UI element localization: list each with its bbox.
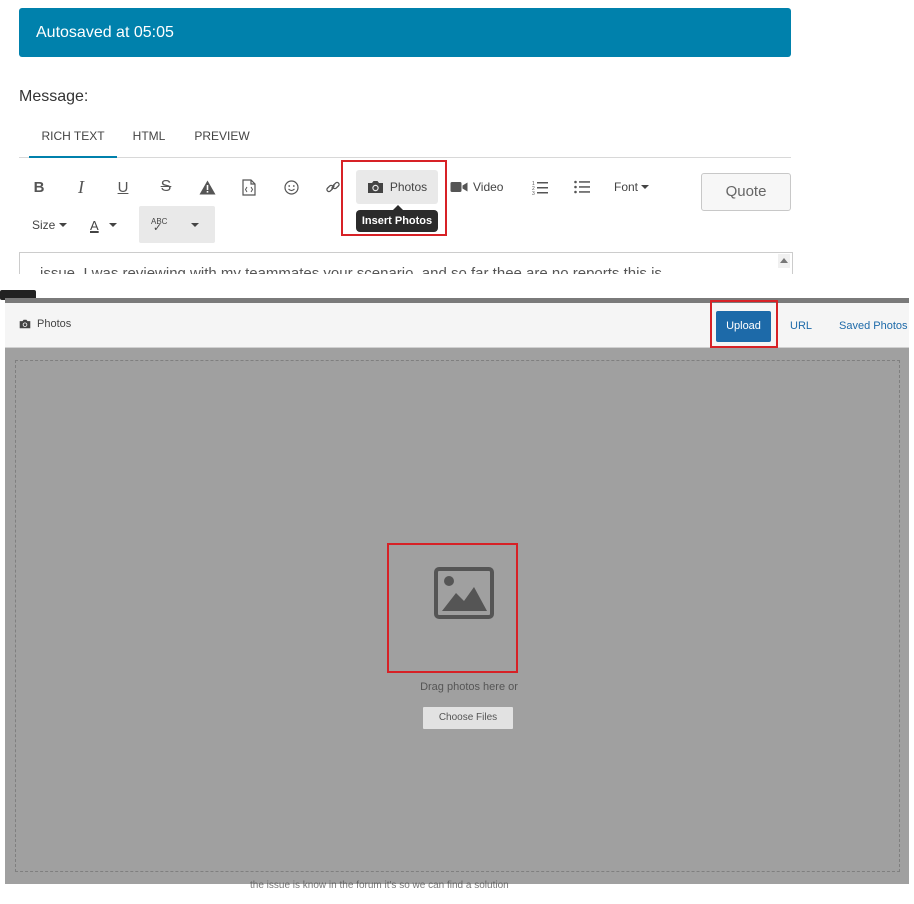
message-label: Message: xyxy=(19,88,89,105)
editor-tabs: RICH TEXT HTML PREVIEW xyxy=(19,118,791,158)
drop-instructions: Drag photos here or xyxy=(420,681,518,693)
tab-preview[interactable]: PREVIEW xyxy=(187,118,257,158)
bold-button[interactable]: B xyxy=(28,172,50,202)
chevron-down-icon xyxy=(59,223,68,227)
camera-icon xyxy=(19,319,31,329)
photos-dialog-title: Photos xyxy=(19,318,71,330)
insert-video-button[interactable]: Video xyxy=(450,172,503,202)
emoji-button[interactable] xyxy=(280,172,302,202)
size-dropdown-label: Size xyxy=(32,218,56,232)
upload-tab-button[interactable]: Upload xyxy=(716,311,771,342)
photos-dialog-header: Photos Upload URL Saved Photos xyxy=(5,303,909,348)
insert-link-button[interactable] xyxy=(322,172,344,202)
spellcheck-dropdown[interactable]: ABC ✓ xyxy=(139,206,215,243)
code-file-icon xyxy=(242,178,256,196)
strikethrough-button[interactable]: S xyxy=(155,172,177,202)
warning-icon xyxy=(199,180,215,194)
tab-rich-text[interactable]: RICH TEXT xyxy=(29,118,117,158)
insert-photos-tooltip: Insert Photos xyxy=(356,205,438,232)
saved-photos-tab-link[interactable]: Saved Photos xyxy=(839,320,908,332)
image-placeholder-icon xyxy=(434,567,494,619)
photos-dialog: Photos Upload URL Saved Photos Drag phot… xyxy=(5,298,909,884)
tab-html[interactable]: HTML xyxy=(123,118,175,158)
font-dropdown[interactable]: Font xyxy=(614,172,650,202)
chevron-down-icon xyxy=(108,223,117,227)
size-dropdown[interactable]: Size xyxy=(32,210,68,240)
video-camera-icon xyxy=(450,182,468,192)
url-tab-link[interactable]: URL xyxy=(790,320,812,332)
editor-scroll-up[interactable] xyxy=(778,254,790,268)
quote-button[interactable]: Quote xyxy=(701,173,791,211)
video-button-label: Video xyxy=(473,180,504,194)
svg-text:3: 3 xyxy=(532,191,535,195)
spoiler-button[interactable] xyxy=(196,172,218,202)
autosave-banner: Autosaved at 05:05 xyxy=(19,8,791,57)
background-text: the issue is know in the forum it's so w… xyxy=(250,880,509,891)
spellcheck-icon: ABC ✓ xyxy=(151,216,168,234)
autosave-text: Autosaved at 05:05 xyxy=(36,24,174,41)
chevron-down-icon xyxy=(641,185,650,189)
chevron-down-icon xyxy=(191,222,200,227)
choose-files-button[interactable]: Choose Files xyxy=(423,707,513,729)
link-icon xyxy=(326,181,340,193)
editor-text-line: issue. I was reviewing with my teammates… xyxy=(40,265,662,274)
italic-button[interactable]: I xyxy=(70,172,92,202)
page-strip xyxy=(0,284,914,300)
underline-button[interactable]: U xyxy=(112,172,134,202)
font-dropdown-label: Font xyxy=(614,180,639,194)
text-color-dropdown[interactable]: A xyxy=(90,210,117,240)
insert-photos-button[interactable]: Photos xyxy=(356,170,438,204)
camera-icon xyxy=(367,181,383,193)
ordered-list-button[interactable]: 1 2 3 xyxy=(530,172,550,202)
photos-button-label: Photos xyxy=(389,180,428,194)
photo-drop-zone[interactable]: Drag photos here or Choose Files xyxy=(15,360,900,872)
photos-dialog-title-text: Photos xyxy=(37,318,72,330)
unordered-list-button[interactable] xyxy=(572,172,592,202)
ordered-list-icon: 1 2 3 xyxy=(532,181,548,195)
code-button[interactable] xyxy=(238,172,260,202)
message-editor[interactable]: issue. I was reviewing with my teammates… xyxy=(19,252,793,274)
emoji-icon xyxy=(283,179,299,195)
unordered-list-icon xyxy=(574,180,590,194)
text-color-icon: A xyxy=(90,217,99,233)
